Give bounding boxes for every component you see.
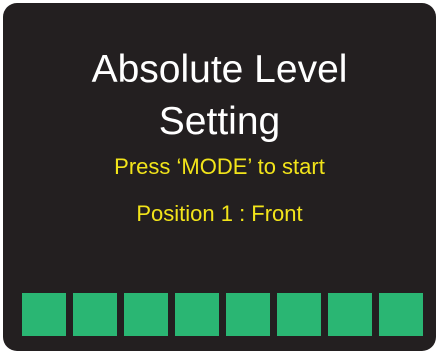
- instruction-text: Press ‘MODE’ to start: [114, 154, 325, 179]
- display-screen: Absolute Level Setting Press ‘MODE’ to s…: [3, 3, 436, 351]
- level-segment: [277, 293, 321, 336]
- level-segment: [379, 293, 423, 336]
- position-text: Position 1 : Front: [136, 201, 303, 226]
- level-segment: [175, 293, 219, 336]
- level-segment: [73, 293, 117, 336]
- level-bar: [22, 293, 423, 336]
- level-segment: [22, 293, 66, 336]
- level-segment: [328, 293, 372, 336]
- title-line-2: Setting: [158, 100, 281, 143]
- level-segment: [226, 293, 270, 336]
- level-segment: [124, 293, 168, 336]
- title-line-1: Absolute Level: [91, 48, 348, 91]
